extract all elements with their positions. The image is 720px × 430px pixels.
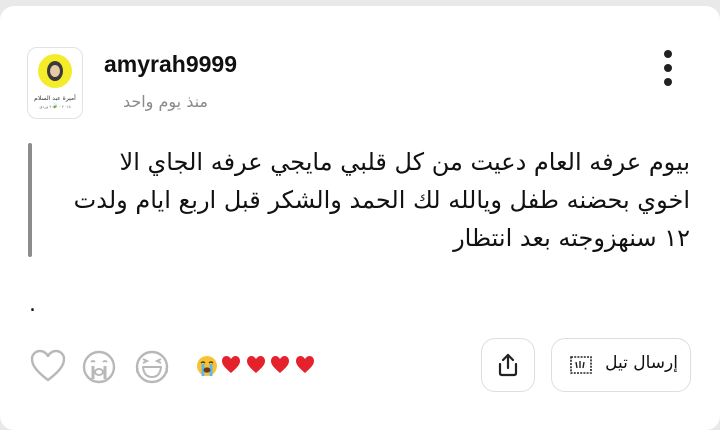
share-button[interactable] xyxy=(481,338,535,392)
heart-emoji-icon xyxy=(296,356,314,373)
trailing-dot: . xyxy=(29,292,36,317)
heart-emoji-icon xyxy=(247,356,265,373)
post-body: بيوم عرفه العام دعيت من كل قلبي مايجي عر… xyxy=(40,143,690,257)
heart-emoji-icon xyxy=(271,356,289,373)
laughing-face-outline-icon[interactable] xyxy=(135,350,169,384)
send-tell-label: إرسال تيل xyxy=(605,353,678,373)
avatar[interactable]: أميرة عبد السلام 🍃 ٢٠١٥ - ٢٠٢٠ وردي xyxy=(27,47,83,119)
avatar-subcaption: ٢٠١٥ - ٢٠٢٠ وردي xyxy=(39,104,71,109)
more-options-icon[interactable] xyxy=(658,50,678,90)
quote-bar xyxy=(28,143,32,257)
post-time: منذ يوم واحد xyxy=(122,92,208,111)
post-body-line: ١٢ سنهزوجته بعد انتظار xyxy=(453,224,690,252)
tell-card-icon xyxy=(570,356,592,374)
post-body-line: بيوم عرفه العام دعيت من كل قلبي مايجي عر… xyxy=(119,148,690,176)
heart-outline-icon[interactable] xyxy=(30,349,66,383)
post-card: أميرة عبد السلام 🍃 ٢٠١٥ - ٢٠٢٠ وردي amyr… xyxy=(0,6,720,430)
heart-emoji-icon xyxy=(222,356,240,373)
crying-face-outline-icon[interactable] xyxy=(82,350,116,384)
avatar-face xyxy=(50,65,60,77)
post-body-line: اخوي بحضنه طفل ويالله لك الحمد والشكر قب… xyxy=(73,186,690,214)
share-icon xyxy=(498,353,518,377)
send-tell-button[interactable]: إرسال تيل xyxy=(551,338,691,392)
username[interactable]: amyrah9999 xyxy=(104,51,237,78)
sob-emoji-icon xyxy=(197,356,217,376)
